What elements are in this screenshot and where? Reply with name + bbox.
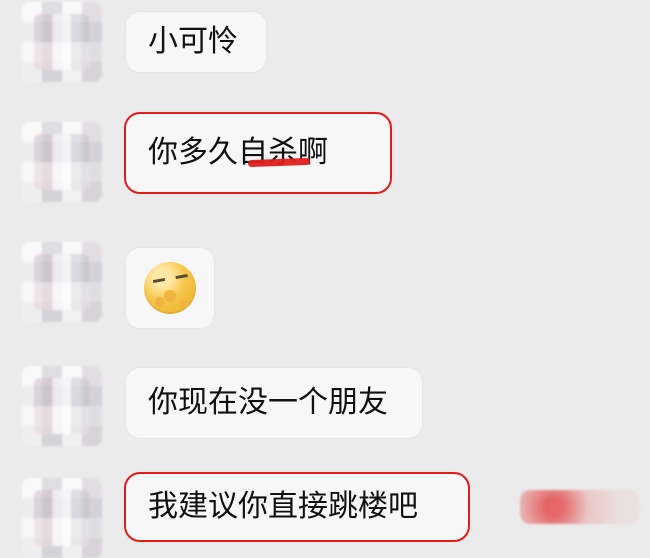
watermark-logo	[520, 490, 640, 524]
avatar	[22, 366, 102, 446]
message-text: 你现在没一个朋友	[148, 385, 388, 420]
smiling-face-with-hand-over-mouth-icon	[144, 262, 196, 314]
message-row-1: 小可怜	[0, 0, 650, 100]
chat-screen: 小可怜 你多久自杀啊 你现在没一个朋友 我建议你直接跳楼吧	[0, 0, 650, 558]
message-bubble[interactable]: 你现在没一个朋友	[126, 368, 422, 438]
message-row-4: 你现在没一个朋友	[0, 354, 650, 464]
message-bubble[interactable]: 我建议你直接跳楼吧	[124, 472, 470, 542]
message-text: 我建议你直接跳楼吧	[148, 489, 418, 524]
message-text: 小可怜	[148, 24, 238, 59]
avatar	[22, 478, 102, 558]
message-bubble[interactable]: 你多久自杀啊	[124, 112, 392, 194]
emoji-bubble[interactable]	[126, 248, 214, 328]
avatar	[22, 242, 102, 322]
message-row-3	[0, 232, 650, 342]
message-row-2: 你多久自杀啊	[0, 110, 650, 230]
avatar	[22, 2, 102, 82]
avatar	[22, 122, 102, 202]
message-bubble[interactable]: 小可怜	[126, 12, 266, 72]
